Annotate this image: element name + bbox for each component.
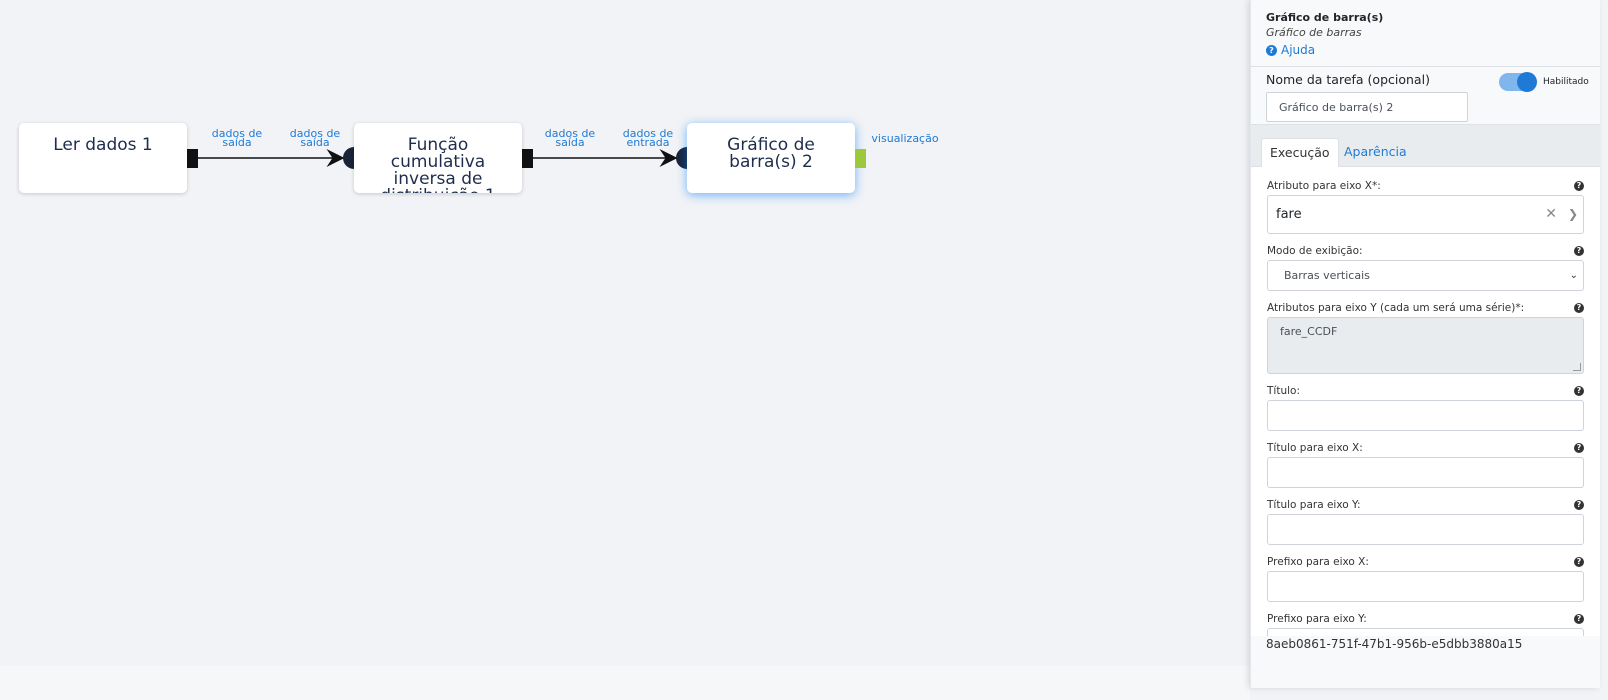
chevron-down-icon[interactable]: ❯ <box>1568 196 1578 233</box>
field-label: Título para eixo Y: ? <box>1267 498 1584 512</box>
help-label: Ajuda <box>1281 43 1316 57</box>
task-name-section: Nome da tarefa (opcional) Habilitado <box>1251 67 1600 125</box>
port-label: visualização <box>871 132 939 145</box>
display-mode-label: Modo de exibição: <box>1267 245 1363 257</box>
task-name-label: Nome da tarefa (opcional) <box>1266 72 1430 87</box>
title-label: Título: <box>1267 385 1300 397</box>
y-attrs-textarea[interactable]: fare_CCDF <box>1267 317 1584 374</box>
field-x-attr: Atributo para eixo X*: ? fare ✕ ❯ <box>1267 179 1584 234</box>
field-y-attrs: Atributos para eixo Y (cada um será uma … <box>1267 301 1584 374</box>
task-properties-panel: Gráfico de barra(s) Gráfico de barras ? … <box>1250 0 1600 688</box>
field-label: Atributos para eixo Y (cada um será uma … <box>1267 301 1584 315</box>
question-icon[interactable]: ? <box>1574 557 1584 567</box>
field-label: Prefixo para eixo Y: ? <box>1267 612 1584 626</box>
y-attrs-value: fare_CCDF <box>1280 325 1338 338</box>
execution-form: Atributo para eixo X*: ? fare ✕ ❯ Modo d… <box>1251 167 1600 636</box>
enabled-toggle[interactable] <box>1499 72 1537 92</box>
visualization-output-port[interactable] <box>855 149 866 168</box>
field-label: Título para eixo X: ? <box>1267 441 1584 455</box>
field-label: Modo de exibição: ? <box>1267 244 1584 258</box>
x-attr-select[interactable]: fare ✕ ❯ <box>1267 195 1584 234</box>
field-display-mode: Modo de exibição: ? Barras verticais ⌄ <box>1267 244 1584 291</box>
display-mode-select[interactable]: Barras verticais ⌄ <box>1267 260 1584 291</box>
question-icon[interactable]: ? <box>1574 246 1584 256</box>
x-title-input[interactable] <box>1267 457 1584 488</box>
panel-title: Gráfico de barra(s) <box>1266 11 1384 24</box>
port-label: dados de entrada <box>622 127 674 149</box>
tab-execucao[interactable]: Execução <box>1261 138 1339 168</box>
port-label: dados de saída <box>211 127 263 149</box>
x-title-label: Título para eixo X: <box>1267 442 1363 454</box>
field-label: Atributo para eixo X*: ? <box>1267 179 1584 193</box>
field-x-title: Título para eixo X: ? <box>1267 441 1584 488</box>
task-id: 8aeb0861-751f-47b1-956b-e5dbb3880a15 <box>1266 637 1523 651</box>
enabled-label: Habilitado <box>1543 77 1589 87</box>
question-icon[interactable]: ? <box>1574 386 1584 396</box>
title-input[interactable] <box>1267 400 1584 431</box>
output-port[interactable] <box>187 149 198 168</box>
question-icon[interactable]: ? <box>1574 614 1584 624</box>
field-y-prefix: Prefixo para eixo Y: ? <box>1267 612 1584 636</box>
y-prefix-label: Prefixo para eixo Y: <box>1267 613 1367 625</box>
task-node-label: Ler dados 1 <box>53 135 153 155</box>
port-label: dados de saída <box>289 127 341 149</box>
question-icon[interactable]: ? <box>1574 303 1584 313</box>
toggle-knob <box>1517 72 1537 92</box>
question-icon[interactable]: ? <box>1574 443 1584 453</box>
display-mode-value: Barras verticais <box>1284 269 1370 282</box>
y-title-label: Título para eixo Y: <box>1267 499 1361 511</box>
clear-icon[interactable]: ✕ <box>1545 196 1557 233</box>
y-attrs-label: Atributos para eixo Y (cada um será uma … <box>1267 302 1525 314</box>
task-node-label: Gráfico de barra(s) 2 <box>727 135 815 172</box>
y-title-input[interactable] <box>1267 514 1584 545</box>
workflow-canvas[interactable]: Ler dados 1 dados de saída dados de saíd… <box>0 0 1250 666</box>
field-x-prefix: Prefixo para eixo X: ? <box>1267 555 1584 602</box>
x-attr-label: Atributo para eixo X*: <box>1267 180 1381 192</box>
panel-tabs: Execução Aparência <box>1251 125 1600 168</box>
field-label: Prefixo para eixo X: ? <box>1267 555 1584 569</box>
tab-aparencia[interactable]: Aparência <box>1336 138 1415 168</box>
panel-header: Gráfico de barra(s) Gráfico de barras ? … <box>1251 0 1600 67</box>
output-port[interactable] <box>522 149 533 168</box>
field-label: Título: ? <box>1267 384 1584 398</box>
x-prefix-input[interactable] <box>1267 571 1584 602</box>
task-node-ler-dados[interactable]: Ler dados 1 <box>19 123 187 193</box>
port-label: dados de saída <box>544 127 596 149</box>
field-y-title: Título para eixo Y: ? <box>1267 498 1584 545</box>
task-node-funcao-cumulativa[interactable]: Função cumulativa inversa de distribuiçã… <box>354 123 522 193</box>
task-node-label: Função cumulativa inversa de distribuiçã… <box>380 135 495 194</box>
task-node-grafico-barras[interactable]: Gráfico de barra(s) 2 <box>687 123 855 193</box>
x-prefix-label: Prefixo para eixo X: <box>1267 556 1369 568</box>
chevron-down-icon: ⌄ <box>1569 270 1578 281</box>
question-icon[interactable]: ? <box>1574 500 1584 510</box>
flow-connections <box>197 149 678 167</box>
y-prefix-input[interactable] <box>1267 628 1584 636</box>
resize-handle-icon[interactable] <box>1573 363 1581 371</box>
panel-subtitle: Gráfico de barras <box>1266 26 1362 39</box>
help-link[interactable]: ? Ajuda <box>1266 41 1585 59</box>
canvas-footer <box>0 666 1250 700</box>
task-name-input[interactable] <box>1266 92 1468 122</box>
field-title: Título: ? <box>1267 384 1584 431</box>
question-icon: ? <box>1266 44 1277 56</box>
x-attr-value: fare <box>1276 207 1302 222</box>
question-icon[interactable]: ? <box>1574 181 1584 191</box>
